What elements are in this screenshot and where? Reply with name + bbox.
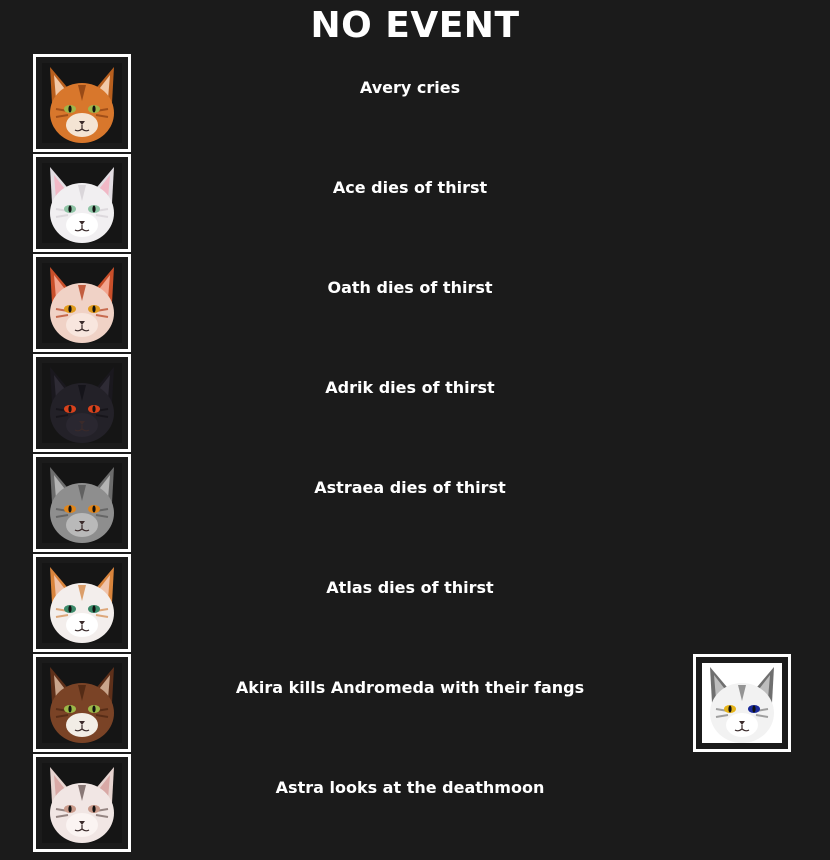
cat-portrait-icon — [42, 463, 122, 543]
event-row: Astra looks at the deathmoon — [0, 754, 830, 852]
cat-portrait[interactable] — [33, 254, 131, 352]
event-text: Adrik dies of thirst — [325, 378, 495, 397]
event-row: Avery cries — [0, 54, 830, 152]
cat-portrait-icon — [702, 663, 782, 743]
cat-portrait[interactable] — [33, 354, 131, 452]
event-row: Oath dies of thirst — [0, 254, 830, 352]
cat-portrait-icon — [42, 563, 122, 643]
event-text: Oath dies of thirst — [327, 278, 493, 297]
cat-portrait[interactable] — [33, 554, 131, 652]
page-title: NO EVENT — [310, 5, 520, 46]
cat-portrait-icon — [42, 763, 122, 843]
victim-portrait[interactable] — [693, 654, 791, 752]
event-row: Adrik dies of thirst — [0, 354, 830, 452]
cat-portrait-icon — [42, 163, 122, 243]
event-row: Ace dies of thirst — [0, 154, 830, 252]
cat-portrait[interactable] — [33, 454, 131, 552]
cat-portrait[interactable] — [33, 654, 131, 752]
event-text: Astra looks at the deathmoon — [275, 778, 545, 797]
event-text: Astraea dies of thirst — [314, 478, 506, 497]
event-text: Avery cries — [359, 78, 461, 97]
event-text: Atlas dies of thirst — [326, 578, 494, 597]
cat-portrait-icon — [42, 663, 122, 743]
event-row: Atlas dies of thirst — [0, 554, 830, 652]
cat-portrait-icon — [42, 63, 122, 143]
cat-portrait[interactable] — [33, 754, 131, 852]
event-text: Ace dies of thirst — [332, 178, 488, 197]
event-text: Akira kills Andromeda with their fangs — [235, 678, 585, 697]
event-row: Akira kills Andromeda with their fangs — [0, 654, 830, 752]
cat-portrait[interactable] — [33, 54, 131, 152]
event-row: Astraea dies of thirst — [0, 454, 830, 552]
cat-portrait[interactable] — [33, 154, 131, 252]
cat-portrait-icon — [42, 263, 122, 343]
cat-portrait-icon — [42, 363, 122, 443]
